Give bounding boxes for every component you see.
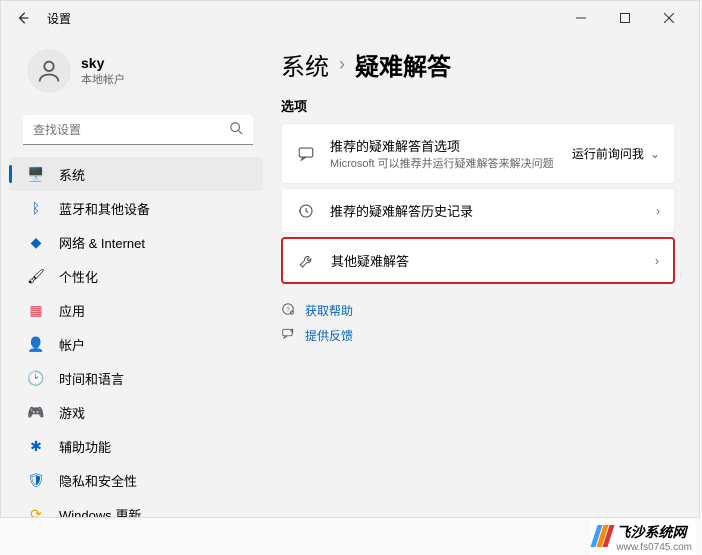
feedback-icon [281,327,297,344]
nav-item[interactable]: 🖥️ 系统 [9,157,263,191]
watermark-logo-icon [594,525,612,550]
row-subtitle: Microsoft 可以推荐并运行疑难解答来解决问题 [330,155,572,171]
personalize-icon: 🖌 [27,267,45,285]
avatar [27,49,71,93]
time-icon: 🕑 [27,369,45,387]
update-icon: ⟳ [27,505,45,517]
main-content: 系统 › 疑难解答 选项 推荐的疑难解答首选项 Microsoft 可以推荐并运… [271,35,699,517]
row-other-troubleshoot[interactable]: 其他疑难解答 › [283,239,673,282]
nav-item-label: 蓝牙和其他设备 [59,199,150,218]
close-icon [664,13,674,23]
nav-list: 🖥️ 系统 ᛒ 蓝牙和其他设备 ◆ 网络 & Internet 🖌 个性化 ▦ 应用 👤 帐户 🕑 时间和… [1,157,271,517]
user-name: sky [81,55,125,71]
nav-item-label: 个性化 [59,267,98,286]
svg-text:?: ? [286,307,290,313]
accounts-icon: 👤 [27,335,45,353]
chevron-right-icon: › [655,254,659,268]
section-label: 选项 [281,96,675,115]
accessibility-icon: ✱ [27,437,45,455]
chat-icon [296,145,316,163]
user-profile[interactable]: sky 本地帐户 [1,41,271,107]
sidebar: sky 本地帐户 🖥️ 系统 ᛒ 蓝牙和其他设备 ◆ 网络 & Internet 🖌 个性化 ▦… [1,35,271,517]
nav-item[interactable]: ⟳ Windows 更新 [1,497,271,517]
row-title: 推荐的疑难解答首选项 [330,136,572,155]
chevron-right-icon: › [656,204,660,218]
feedback-link[interactable]: 提供反馈 [281,327,675,344]
breadcrumb-current: 疑难解答 [355,47,451,82]
card-history: 推荐的疑难解答历史记录 › [281,188,675,233]
get-help-link[interactable]: ? 获取帮助 [281,302,675,319]
row-history[interactable]: 推荐的疑难解答历史记录 › [282,189,674,232]
back-button[interactable] [9,4,37,32]
bluetooth-icon: ᛒ [27,199,45,217]
arrow-left-icon [16,11,30,25]
nav-item-label: 游戏 [59,403,85,422]
watermark: 飞沙系统网 www.fs0745.com [590,520,696,555]
privacy-icon: 🛡 [27,471,45,489]
nav-item-label: 应用 [59,301,85,320]
nav-item[interactable]: 🕑 时间和语言 [1,361,271,395]
nav-item-label: 时间和语言 [59,369,124,388]
nav-item-label: Windows 更新 [59,505,141,518]
link-label: 提供反馈 [305,327,353,344]
wrench-icon [297,252,317,270]
nav-item[interactable]: ▦ 应用 [1,293,271,327]
window-title: 设置 [47,10,71,27]
gaming-icon: 🎮 [27,403,45,421]
nav-item[interactable]: 🛡 隐私和安全性 [1,463,271,497]
card-other-troubleshoot: 其他疑难解答 › [281,237,675,284]
watermark-url: www.fs0745.com [616,542,692,553]
row-title: 其他疑难解答 [331,251,655,270]
nav-item[interactable]: 👤 帐户 [1,327,271,361]
user-type: 本地帐户 [81,71,125,87]
nav-item-label: 系统 [59,165,85,184]
apps-icon: ▦ [27,301,45,319]
chevron-down-icon: ⌄ [650,147,660,161]
help-links: ? 获取帮助 提供反馈 [281,302,675,344]
row-recommend-preference[interactable]: 推荐的疑难解答首选项 Microsoft 可以推荐并运行疑难解答来解决问题 运行… [282,124,674,183]
settings-window: 设置 sky 本地帐户 🖥️系统ᛒ蓝牙和其他设备◆网络 [0,0,700,518]
person-icon [35,57,63,85]
nav-item[interactable]: ✱ 辅助功能 [1,429,271,463]
nav-item[interactable]: 🎮 游戏 [1,395,271,429]
nav-item-label: 帐户 [59,335,85,354]
watermark-name: 飞沙系统网 [616,524,686,540]
nav-item-label: 辅助功能 [59,437,111,456]
maximize-icon [620,13,630,23]
dropdown-ask-before-run[interactable]: 运行前询问我 ⌄ [572,145,660,162]
help-icon: ? [281,302,297,319]
chevron-right-icon: › [339,54,345,75]
maximize-button[interactable] [603,3,647,33]
card-recommend-preference: 推荐的疑难解答首选项 Microsoft 可以推荐并运行疑难解答来解决问题 运行… [281,123,675,184]
nav-item-label: 隐私和安全性 [59,471,137,490]
history-icon [296,202,316,220]
breadcrumb: 系统 › 疑难解答 [281,47,675,82]
minimize-button[interactable] [559,3,603,33]
close-button[interactable] [647,3,691,33]
titlebar: 设置 [1,1,699,35]
search-input[interactable] [23,115,253,145]
nav-item[interactable]: ᛒ 蓝牙和其他设备 [1,191,271,225]
search-icon [229,121,243,140]
minimize-icon [576,13,586,23]
dropdown-label: 运行前询问我 [572,145,644,162]
nav-item[interactable]: ◆ 网络 & Internet [1,225,271,259]
system-icon: 🖥️ [27,165,45,183]
network-icon: ◆ [27,233,45,251]
nav-item-label: 网络 & Internet [59,233,145,252]
nav-item[interactable]: 🖌 个性化 [1,259,271,293]
link-label: 获取帮助 [305,302,353,319]
breadcrumb-parent[interactable]: 系统 [281,47,329,82]
search-box [23,115,253,145]
row-title: 推荐的疑难解答历史记录 [330,201,656,220]
